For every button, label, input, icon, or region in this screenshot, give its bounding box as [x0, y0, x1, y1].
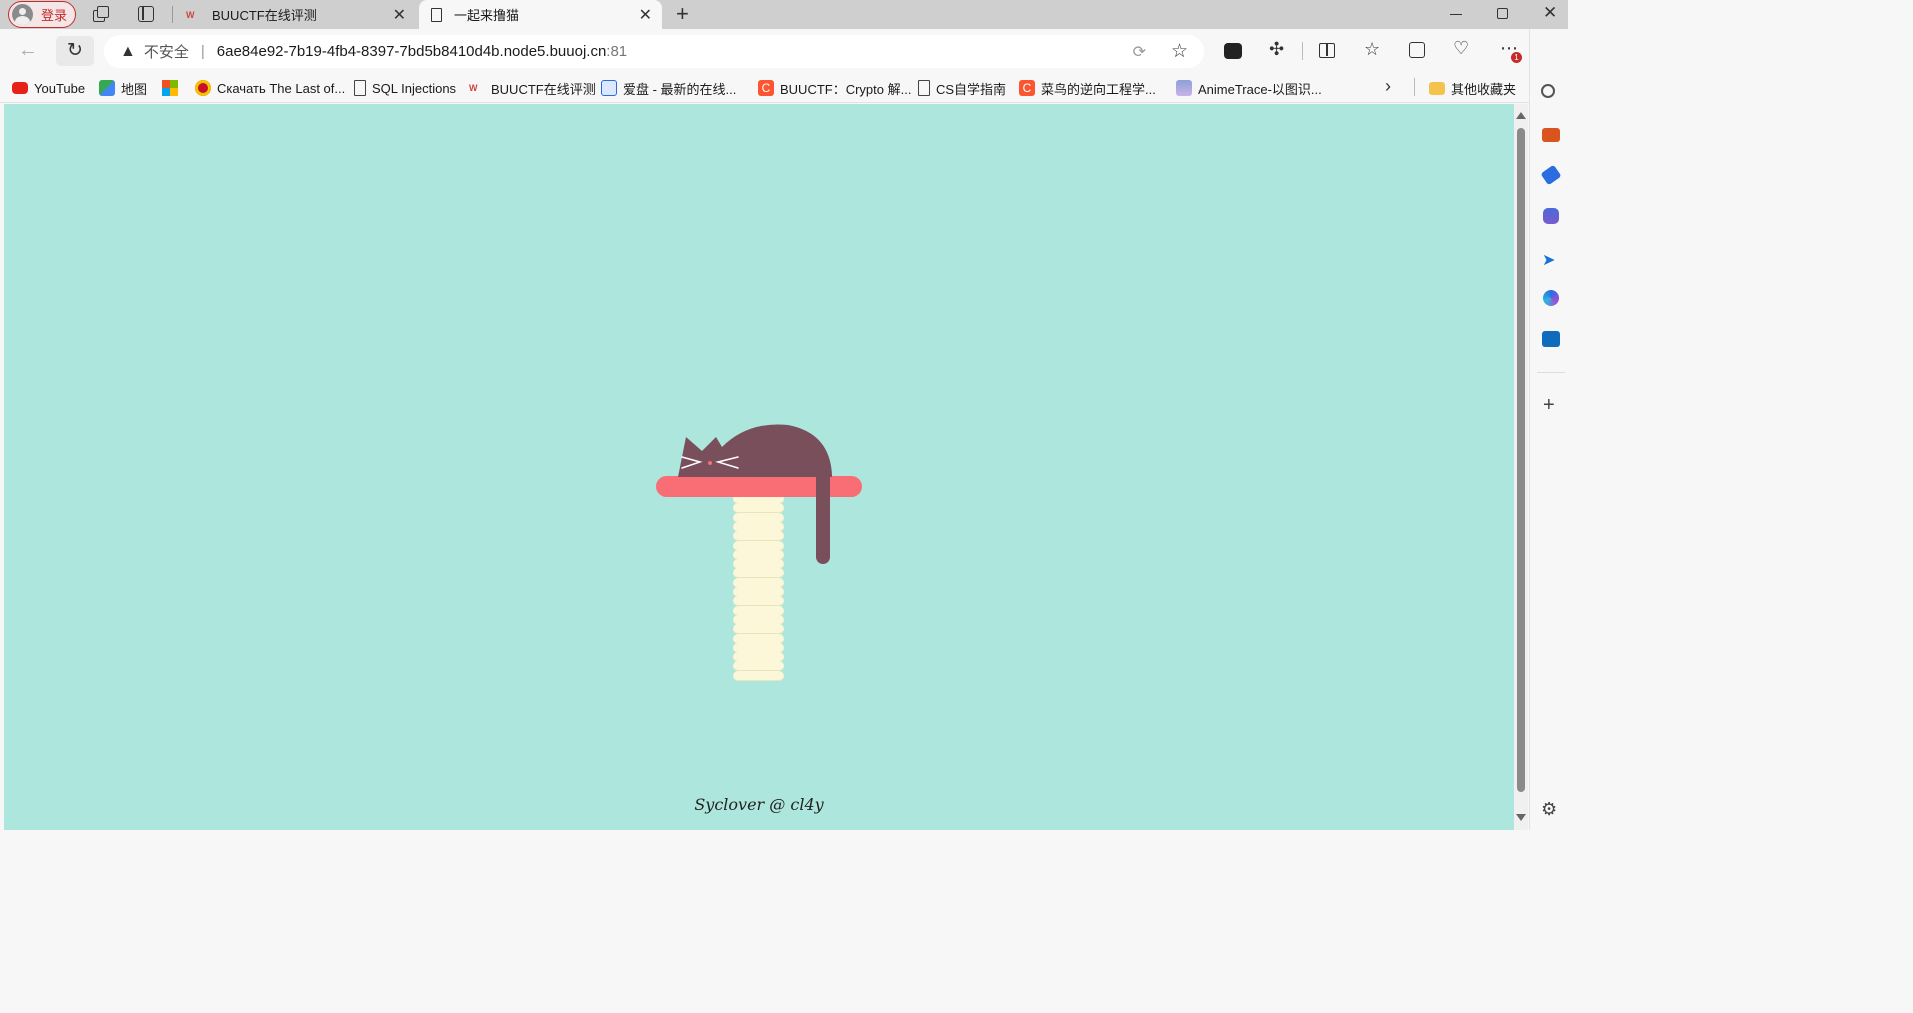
close-window-icon[interactable]: ✕	[1543, 3, 1557, 23]
add-sidebar-icon[interactable]: +	[1543, 394, 1555, 417]
bookmark-label: AnimeTrace-以图识...	[1198, 81, 1322, 97]
close-tab-icon[interactable]: ✕	[393, 5, 406, 25]
buuctf-favicon-icon: W	[186, 9, 195, 20]
bookmark-label: Скачать The Last of...	[217, 80, 346, 96]
bookmark-microsoft[interactable]	[162, 77, 184, 99]
login-label: 登录	[41, 8, 68, 23]
bookmark-label: BUUCTF：Crypto 解...	[780, 81, 912, 97]
folder-icon	[1429, 81, 1445, 95]
tab-separator	[172, 6, 173, 23]
games-icon[interactable]	[1543, 208, 1559, 224]
bookmark-label: CS自学指南	[936, 81, 1007, 97]
tools-icon[interactable]	[1542, 128, 1560, 142]
sleeping-cat	[678, 424, 832, 564]
anime-icon	[1176, 80, 1192, 96]
outlook-icon[interactable]	[1542, 331, 1560, 347]
close-tab-icon[interactable]: ✕	[639, 5, 652, 25]
avatar-icon	[12, 4, 33, 25]
other-favorites[interactable]: 其他收藏夹	[1429, 77, 1516, 99]
bookmark-download[interactable]: Скачать The Last of...	[195, 77, 345, 99]
refresh-icon: ↻	[67, 40, 83, 61]
post-ring	[733, 670, 784, 681]
tab-active[interactable]: 一起来撸猫 ✕	[419, 0, 662, 29]
bookmark-sql[interactable]: SQL Injections	[354, 77, 456, 99]
back-icon[interactable]: ←	[18, 39, 38, 62]
bookmark-youtube[interactable]: YouTube	[12, 77, 85, 99]
favorites-icon[interactable]: ☆	[1364, 39, 1380, 60]
page-favicon-icon	[431, 7, 442, 22]
collections-icon[interactable]	[1409, 42, 1425, 58]
address-bar[interactable]: ▲ 不安全 | 6ae84e92-7b19-4fb4-8397-7bd5b841…	[104, 35, 1204, 68]
bookmark-aipan[interactable]: 爱盘 - 最新的在线...	[601, 77, 736, 99]
csdn-icon: C	[758, 80, 774, 96]
restore-icon[interactable]	[1497, 8, 1508, 19]
new-tab-button[interactable]: +	[676, 1, 689, 27]
notification-badge: 1	[1511, 52, 1522, 63]
minimize-icon[interactable]	[1450, 14, 1462, 15]
bookmark-label: 爱盘 - 最新的在线...	[623, 81, 737, 97]
warning-icon: ▲	[120, 42, 136, 60]
edge-sidebar	[1529, 29, 1568, 830]
microsoft-icon	[162, 80, 178, 96]
scrollbar-thumb[interactable]	[1517, 128, 1525, 792]
copilot-icon[interactable]	[1543, 290, 1559, 306]
page-icon	[918, 80, 930, 96]
url-host: 6ae84e92-7b19-4fb4-8397-7bd5b8410d4b.nod…	[216, 43, 607, 60]
scroll-up-icon[interactable]	[1516, 112, 1526, 119]
search-icon[interactable]	[1541, 84, 1555, 98]
refresh-button[interactable]: ↻	[56, 36, 94, 66]
login-button[interactable]: 登录	[8, 1, 76, 28]
maps-icon	[99, 80, 115, 96]
emblem-icon	[195, 80, 211, 96]
favorite-star-icon[interactable]: ☆	[1171, 40, 1188, 63]
page-icon	[354, 80, 366, 96]
bookmark-buuctf[interactable]: W BUUCTF在线评测	[469, 77, 596, 99]
aipan-icon	[601, 80, 617, 96]
page-footer: Syclover @ cl4y	[694, 795, 824, 814]
workspaces-icon[interactable]	[93, 6, 110, 23]
settings-gear-icon[interactable]: ⚙	[1541, 799, 1557, 820]
bookmark-reverse[interactable]: C 菜鸟的逆向工程学...	[1019, 77, 1156, 99]
bookmark-maps[interactable]: 地图	[99, 77, 147, 99]
bookmark-animetrace[interactable]: AnimeTrace-以图识...	[1176, 77, 1322, 99]
translate-icon[interactable]: ⟳	[1133, 42, 1146, 62]
buuctf-icon: W	[469, 83, 478, 93]
split-screen-icon[interactable]	[1319, 43, 1335, 58]
other-favorites-label: 其他收藏夹	[1451, 81, 1517, 97]
extension-owl-icon[interactable]	[1224, 43, 1242, 59]
bookmark-label: YouTube	[34, 80, 86, 96]
tab-title: BUUCTF在线评测	[212, 8, 317, 23]
tab-buuctf[interactable]: W BUUCTF在线评测 ✕	[176, 0, 416, 29]
csdn-icon: C	[1019, 80, 1035, 96]
security-label[interactable]: 不安全	[144, 41, 189, 62]
address-divider: |	[200, 43, 205, 60]
extensions-icon[interactable]: ✣	[1269, 39, 1284, 60]
bookmark-label: 地图	[121, 81, 148, 97]
url-port: :81	[606, 43, 628, 60]
tab-title: 一起来撸猫	[454, 8, 520, 23]
bookmark-label: 菜鸟的逆向工程学...	[1041, 81, 1156, 97]
bookmark-label: SQL Injections	[372, 80, 457, 96]
toolbar-divider	[1302, 42, 1303, 60]
post-ring	[733, 596, 784, 607]
heart-pulse-icon[interactable]: ♡	[1453, 38, 1469, 59]
scroll-down-icon[interactable]	[1516, 814, 1526, 821]
sidebar-divider	[1537, 372, 1565, 373]
chevron-right-icon[interactable]: ›	[1385, 76, 1391, 97]
bookmark-crypto[interactable]: C BUUCTF：Crypto 解...	[758, 77, 911, 99]
post-ring	[733, 624, 784, 635]
post-ring	[733, 661, 784, 672]
vertical-tabs-icon[interactable]	[138, 6, 154, 22]
bookmarks-divider	[1414, 78, 1415, 96]
bookmark-label: BUUCTF在线评测	[491, 81, 596, 97]
send-icon[interactable]: ➤	[1542, 250, 1555, 270]
bookmark-cs-guide[interactable]: CS自学指南	[918, 77, 1006, 99]
youtube-icon	[12, 82, 28, 94]
